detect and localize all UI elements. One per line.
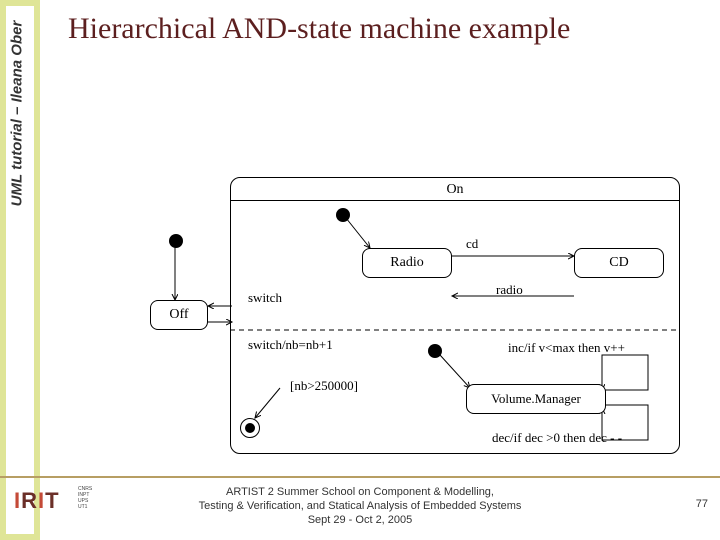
- initial-outer-icon: [169, 234, 183, 248]
- initial-on-upper-icon: [336, 208, 350, 222]
- slide-number: 77: [696, 498, 708, 510]
- transition-switch-label: switch: [248, 290, 282, 306]
- transition-dec-label: dec/if dec >0 then dec - -: [492, 430, 622, 446]
- state-volume-manager: Volume.Manager: [466, 384, 606, 414]
- state-on-label: On: [446, 182, 463, 198]
- state-radio-label: Radio: [363, 255, 451, 271]
- state-off: Off: [150, 300, 208, 330]
- footer-divider: [0, 476, 720, 478]
- irit-logo-text: IRIT: [14, 488, 60, 514]
- footer-line-3: Sept 29 - Oct 2, 2005: [308, 514, 413, 526]
- state-volume-manager-label: Volume.Manager: [467, 391, 605, 407]
- transition-cd-label: cd: [466, 236, 478, 252]
- state-cd: CD: [574, 248, 664, 278]
- transition-nb-guard-label: [nb>250000]: [290, 378, 358, 394]
- footer-line-2: Testing & Verification, and Statical Ana…: [199, 500, 522, 512]
- state-off-label: Off: [151, 307, 207, 323]
- state-on: On: [230, 177, 680, 454]
- irit-logo-affil: CNRS INPT UPS UT1: [78, 486, 92, 510]
- initial-on-lower-icon: [428, 344, 442, 358]
- irit-logo: IRIT CNRS INPT UPS UT1: [14, 484, 124, 520]
- diagram-canvas: On Off: [0, 0, 720, 540]
- final-state-icon: [240, 418, 260, 438]
- state-cd-label: CD: [575, 255, 663, 271]
- transition-switchnb-label: switch/nb=nb+1: [248, 337, 333, 353]
- footer-line-1: ARTIST 2 Summer School on Component & Mo…: [226, 486, 494, 498]
- transition-inc-label: inc/if v<max then v++: [508, 340, 625, 356]
- transition-radio-label: radio: [496, 282, 523, 298]
- state-radio: Radio: [362, 248, 452, 278]
